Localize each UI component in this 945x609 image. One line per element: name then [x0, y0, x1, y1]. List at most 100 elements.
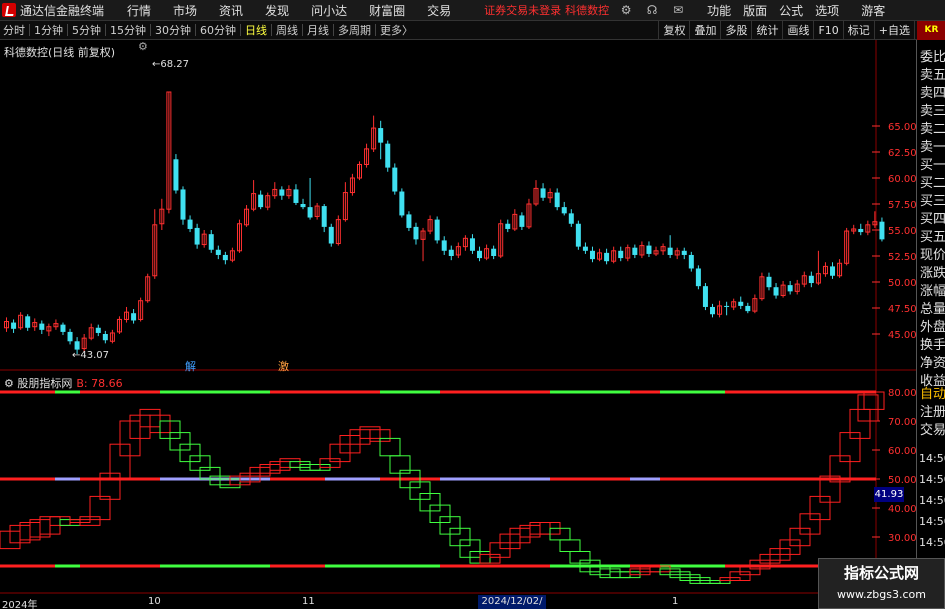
- candle-down: [258, 194, 264, 208]
- title-bar: 通达信金融终端 行情 市场 资讯 发现 问小达 财富圈 交易 证券交易未登录 科…: [0, 0, 945, 21]
- login-status[interactable]: 证券交易未登录: [484, 2, 561, 18]
- quote-field-1: 卖五: [920, 68, 945, 83]
- period-weekly[interactable]: 周线: [273, 22, 301, 38]
- panel-action-2[interactable]: 交易: [920, 419, 945, 438]
- headset-icon[interactable]: ☊: [643, 2, 661, 18]
- candle-down: [180, 189, 186, 220]
- period-30min[interactable]: 30分钟: [152, 22, 194, 38]
- divider: [271, 24, 272, 36]
- price-tick-label: 52.50: [888, 252, 916, 263]
- quote-field-5: 卖一: [920, 140, 945, 155]
- candle-down: [667, 247, 673, 255]
- mail-icon[interactable]: ✉: [669, 2, 687, 18]
- event-tag-jie[interactable]: 解: [185, 358, 196, 374]
- period-more-label: 更多: [380, 24, 402, 37]
- current-stock-name: 科德数控: [565, 4, 610, 17]
- candle-down: [378, 128, 384, 143]
- menu-trade[interactable]: 交易: [416, 2, 462, 19]
- overlay-button[interactable]: 叠加: [689, 21, 720, 40]
- candle-down: [787, 285, 793, 292]
- period-1min[interactable]: 1分钟: [31, 22, 66, 38]
- period-intraday[interactable]: 分时: [0, 22, 28, 38]
- app-title: 通达信金融终端: [20, 3, 105, 18]
- gear-icon[interactable]: ⚙: [4, 377, 14, 390]
- draw-line-button[interactable]: 画线: [782, 21, 813, 40]
- quote-field-15: 外盘: [920, 320, 945, 335]
- menu-options[interactable]: 选项: [809, 2, 845, 19]
- indicator-name: 股朋指标网: [17, 377, 73, 390]
- divider: [195, 24, 196, 36]
- tick-time-4: 14:50: [919, 536, 945, 549]
- candle-down: [279, 189, 285, 196]
- restore-right-button[interactable]: 复权: [658, 21, 689, 40]
- candle-down: [604, 252, 610, 262]
- divider: [29, 24, 30, 36]
- menu-wealth[interactable]: 财富圈: [358, 2, 416, 19]
- period-more[interactable]: 更多〉: [377, 22, 416, 38]
- menu-layout[interactable]: 版面: [737, 2, 773, 19]
- candle-down: [554, 192, 560, 208]
- period-multi[interactable]: 多周期: [335, 22, 374, 38]
- candle-down: [568, 213, 574, 224]
- price-tick-label: 62.50: [888, 148, 916, 159]
- candle-down: [858, 228, 864, 233]
- quote-field-6: 买一: [920, 158, 945, 173]
- event-tag-ji[interactable]: 激: [278, 358, 289, 374]
- add-watchlist-button[interactable]: +自选: [873, 21, 914, 40]
- candle-down: [702, 286, 708, 307]
- menu-ask[interactable]: 问小达: [300, 2, 358, 19]
- kr-badge[interactable]: KR: [917, 21, 945, 40]
- quote-field-11: 现价: [920, 248, 945, 263]
- menu-market-quote[interactable]: 行情: [116, 2, 162, 19]
- divider: [375, 24, 376, 36]
- max-price-value: 68.27: [160, 59, 190, 70]
- candle-down: [39, 323, 45, 330]
- menu-discover[interactable]: 发现: [254, 2, 300, 19]
- x-cursor-date: 2024/12/02/一: [478, 595, 546, 609]
- period-monthly[interactable]: 月线: [304, 22, 332, 38]
- candle-down: [618, 250, 624, 259]
- quote-side-panel: KR 委比 卖五 卖四 卖三 卖二 卖一 买一 买二 买三 买四 买五 现价 涨跌 涨幅 总量 外盘 换手 净资收…: [916, 21, 945, 609]
- candle-down: [74, 341, 80, 350]
- watermark-logo: 指标公式网 www.zbgs3.com: [818, 558, 945, 609]
- candle-down: [582, 246, 588, 251]
- min-price-value: 43.07: [80, 350, 110, 361]
- candle-down: [505, 223, 511, 229]
- ind-tick-label: 50.00: [888, 475, 916, 486]
- settings-icon[interactable]: ⚙: [138, 40, 148, 53]
- candle-down: [491, 248, 497, 256]
- candle-down: [385, 143, 391, 168]
- tick-time-1: 14:50: [919, 473, 945, 486]
- candle-down: [681, 250, 687, 255]
- panel-action-0[interactable]: 自动: [920, 383, 945, 402]
- candle-down: [11, 322, 17, 329]
- menu-news[interactable]: 资讯: [208, 2, 254, 19]
- quote-field-10: 买五: [920, 230, 945, 245]
- quote-field-0: 委比: [920, 50, 945, 65]
- f10-button[interactable]: F10: [813, 21, 842, 40]
- settings-icon[interactable]: ⚙: [617, 2, 635, 18]
- price-tick-label: 50.00: [888, 278, 916, 289]
- panel-action-1[interactable]: 注册: [920, 401, 945, 420]
- period-15min[interactable]: 15分钟: [107, 22, 149, 38]
- x-label-year: 2024年: [2, 600, 38, 609]
- period-60min[interactable]: 60分钟: [197, 22, 239, 38]
- menu-market[interactable]: 市场: [162, 2, 208, 19]
- candle-down: [695, 268, 701, 287]
- quote-field-3: 卖三: [920, 104, 945, 119]
- candle-down: [434, 219, 440, 241]
- menu-function[interactable]: 功能: [701, 2, 737, 19]
- chart-area[interactable]: 65.00 62.50 60.00 57.50 55.00 52.50 50.00 47.50…: [0, 40, 916, 609]
- candle-down: [830, 266, 836, 276]
- watermark-line1: 指标公式网: [843, 564, 919, 582]
- guest-user[interactable]: 游客: [861, 2, 885, 19]
- statistics-button[interactable]: 统计: [751, 21, 782, 40]
- period-5min[interactable]: 5分钟: [69, 22, 104, 38]
- period-daily[interactable]: 日线: [242, 22, 270, 38]
- candle-down: [222, 254, 228, 261]
- multi-stock-button[interactable]: 多股: [720, 21, 751, 40]
- candle-down: [215, 249, 221, 255]
- menu-formula[interactable]: 公式: [773, 2, 809, 19]
- mark-button[interactable]: 标记: [842, 21, 874, 40]
- candle-down: [102, 334, 108, 341]
